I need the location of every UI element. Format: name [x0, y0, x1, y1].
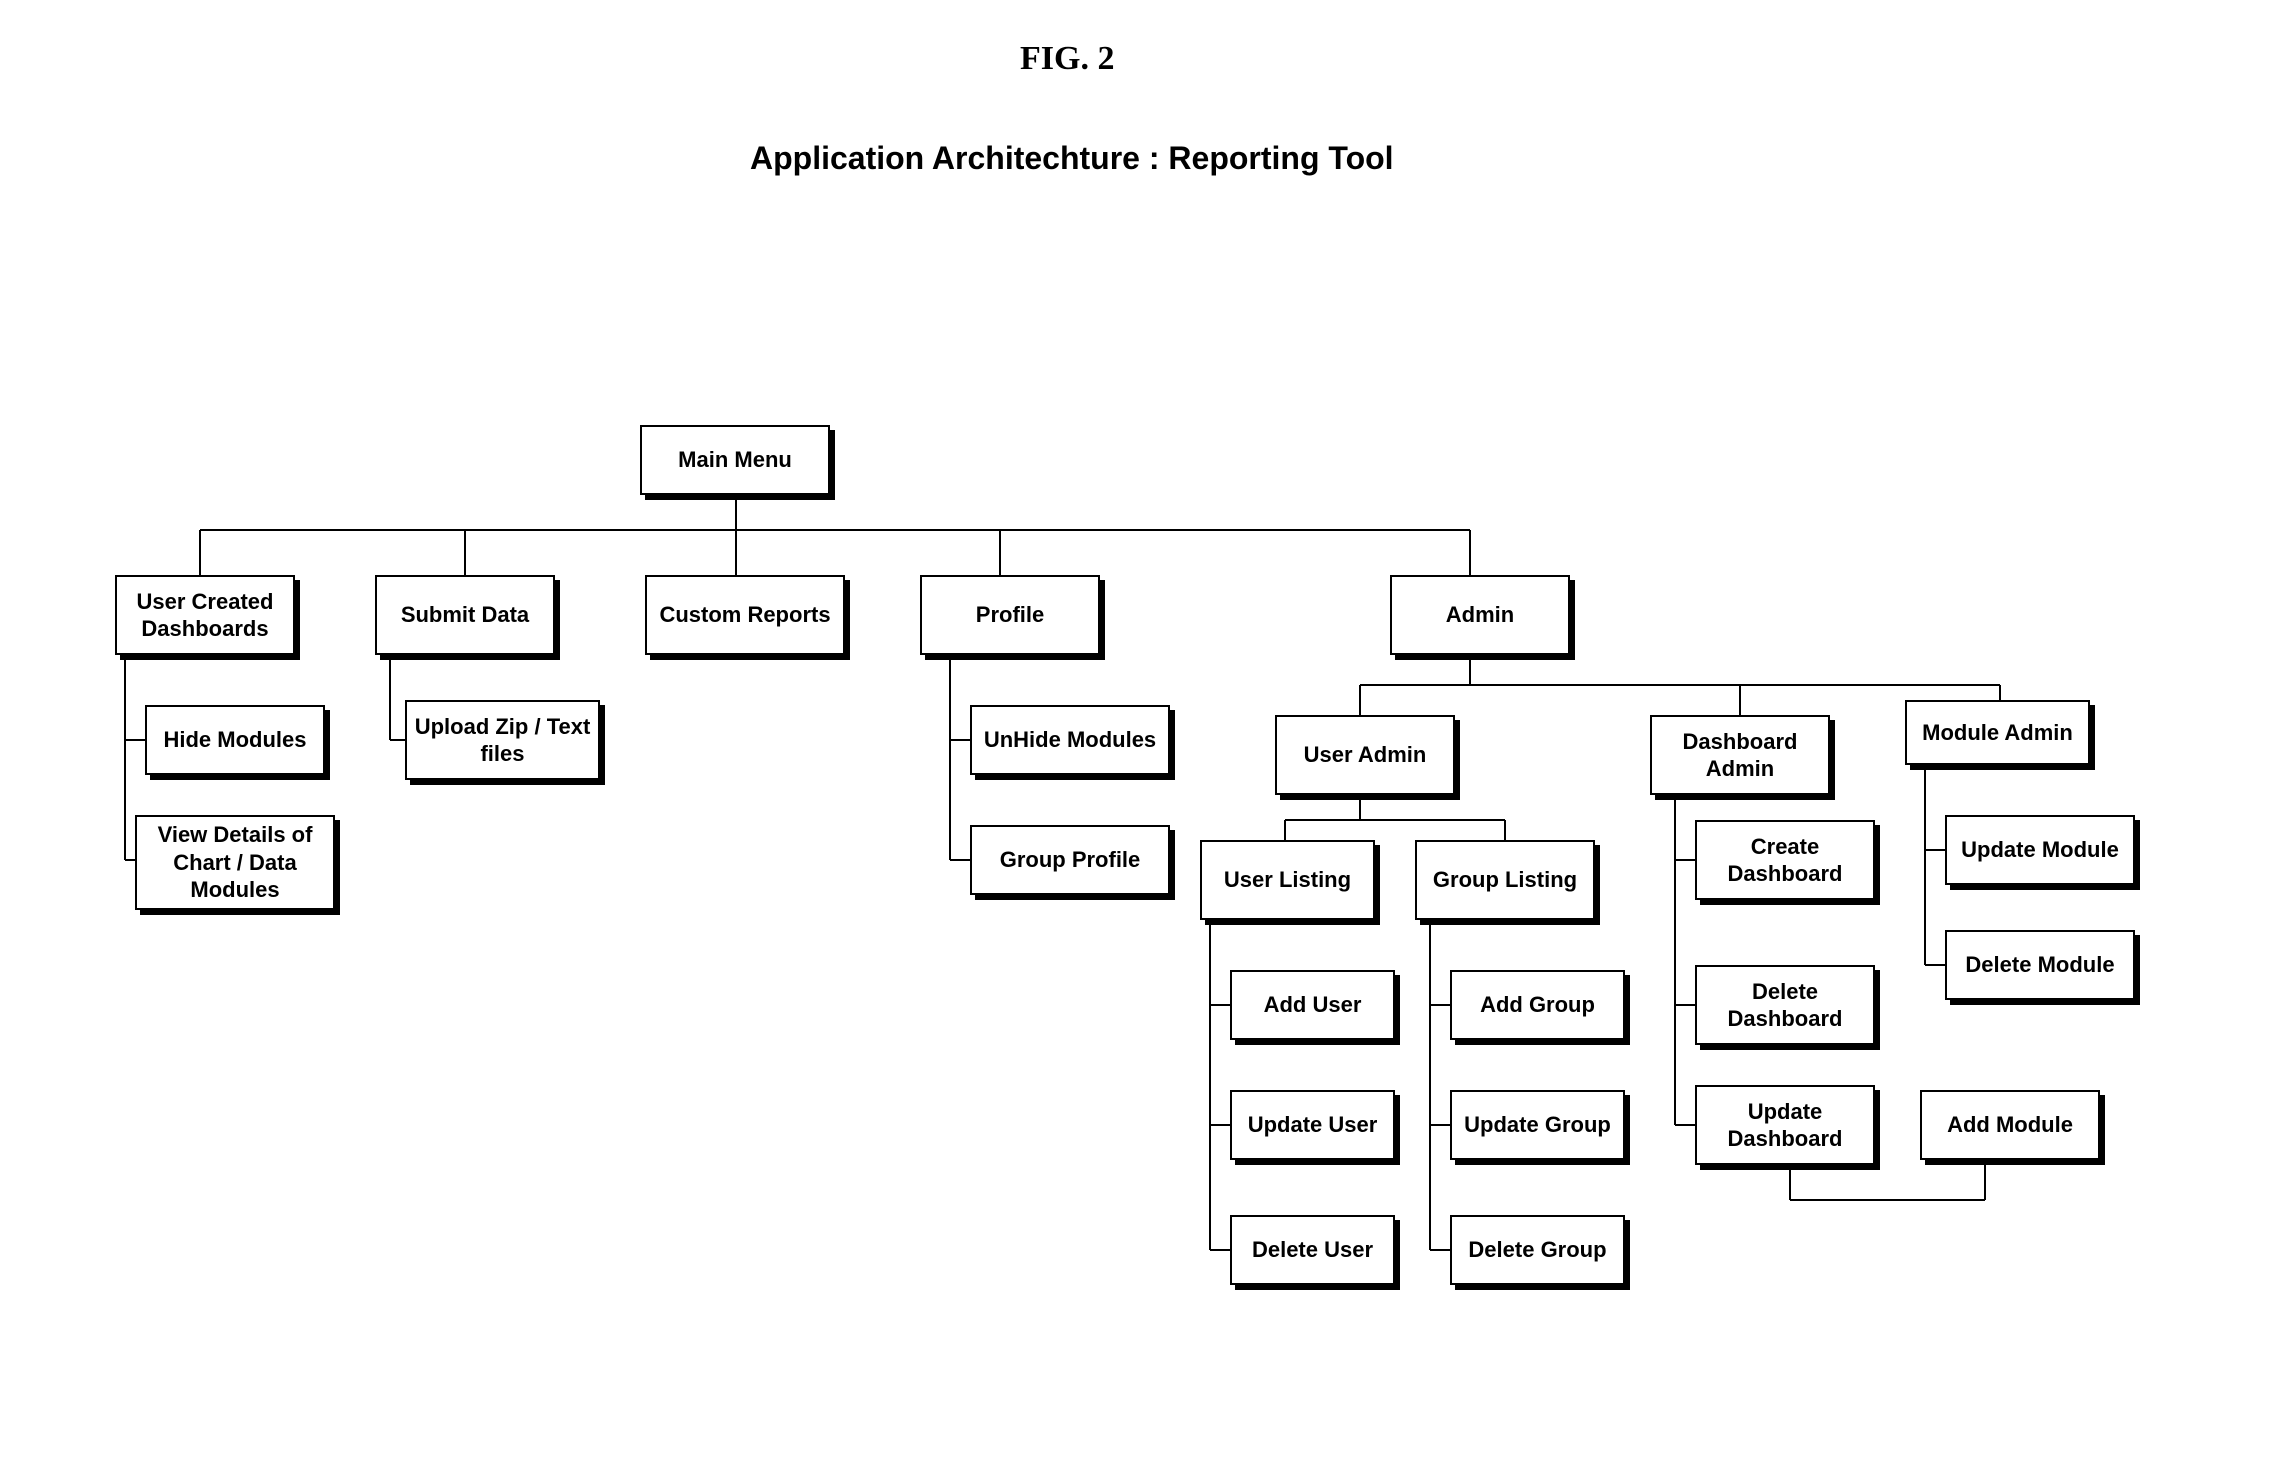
diagram-canvas: FIG. 2 Application Architechture : Repor… — [20, 20, 2277, 1449]
figure-label: FIG. 2 — [1020, 40, 1114, 78]
node-admin: Admin — [1390, 575, 1570, 655]
node-submit-data: Submit Data — [375, 575, 555, 655]
node-delete-module: Delete Module — [1945, 930, 2135, 1000]
node-custom-reports: Custom Reports — [645, 575, 845, 655]
node-view-details: View Details of Chart / Data Modules — [135, 815, 335, 910]
node-user-listing: User Listing — [1200, 840, 1375, 920]
node-update-user: Update User — [1230, 1090, 1395, 1160]
node-group-profile: Group Profile — [970, 825, 1170, 895]
node-dashboard-admin: Dashboard Admin — [1650, 715, 1830, 795]
node-update-dashboard: Update Dashboard — [1695, 1085, 1875, 1165]
node-hide-modules: Hide Modules — [145, 705, 325, 775]
node-unhide-modules: UnHide Modules — [970, 705, 1170, 775]
node-profile: Profile — [920, 575, 1100, 655]
diagram-title: Application Architechture : Reporting To… — [750, 140, 1394, 177]
node-update-module: Update Module — [1945, 815, 2135, 885]
node-add-user: Add User — [1230, 970, 1395, 1040]
node-add-module: Add Module — [1920, 1090, 2100, 1160]
node-user-admin: User Admin — [1275, 715, 1455, 795]
node-delete-user: Delete User — [1230, 1215, 1395, 1285]
node-delete-dashboard: Delete Dashboard — [1695, 965, 1875, 1045]
node-main-menu: Main Menu — [640, 425, 830, 495]
node-create-dashboard: Create Dashboard — [1695, 820, 1875, 900]
node-add-group: Add Group — [1450, 970, 1625, 1040]
node-module-admin: Module Admin — [1905, 700, 2090, 765]
node-update-group: Update Group — [1450, 1090, 1625, 1160]
node-delete-group: Delete Group — [1450, 1215, 1625, 1285]
node-group-listing: Group Listing — [1415, 840, 1595, 920]
node-upload-zip: Upload Zip / Text files — [405, 700, 600, 780]
node-user-created-dashboards: User Created Dashboards — [115, 575, 295, 655]
